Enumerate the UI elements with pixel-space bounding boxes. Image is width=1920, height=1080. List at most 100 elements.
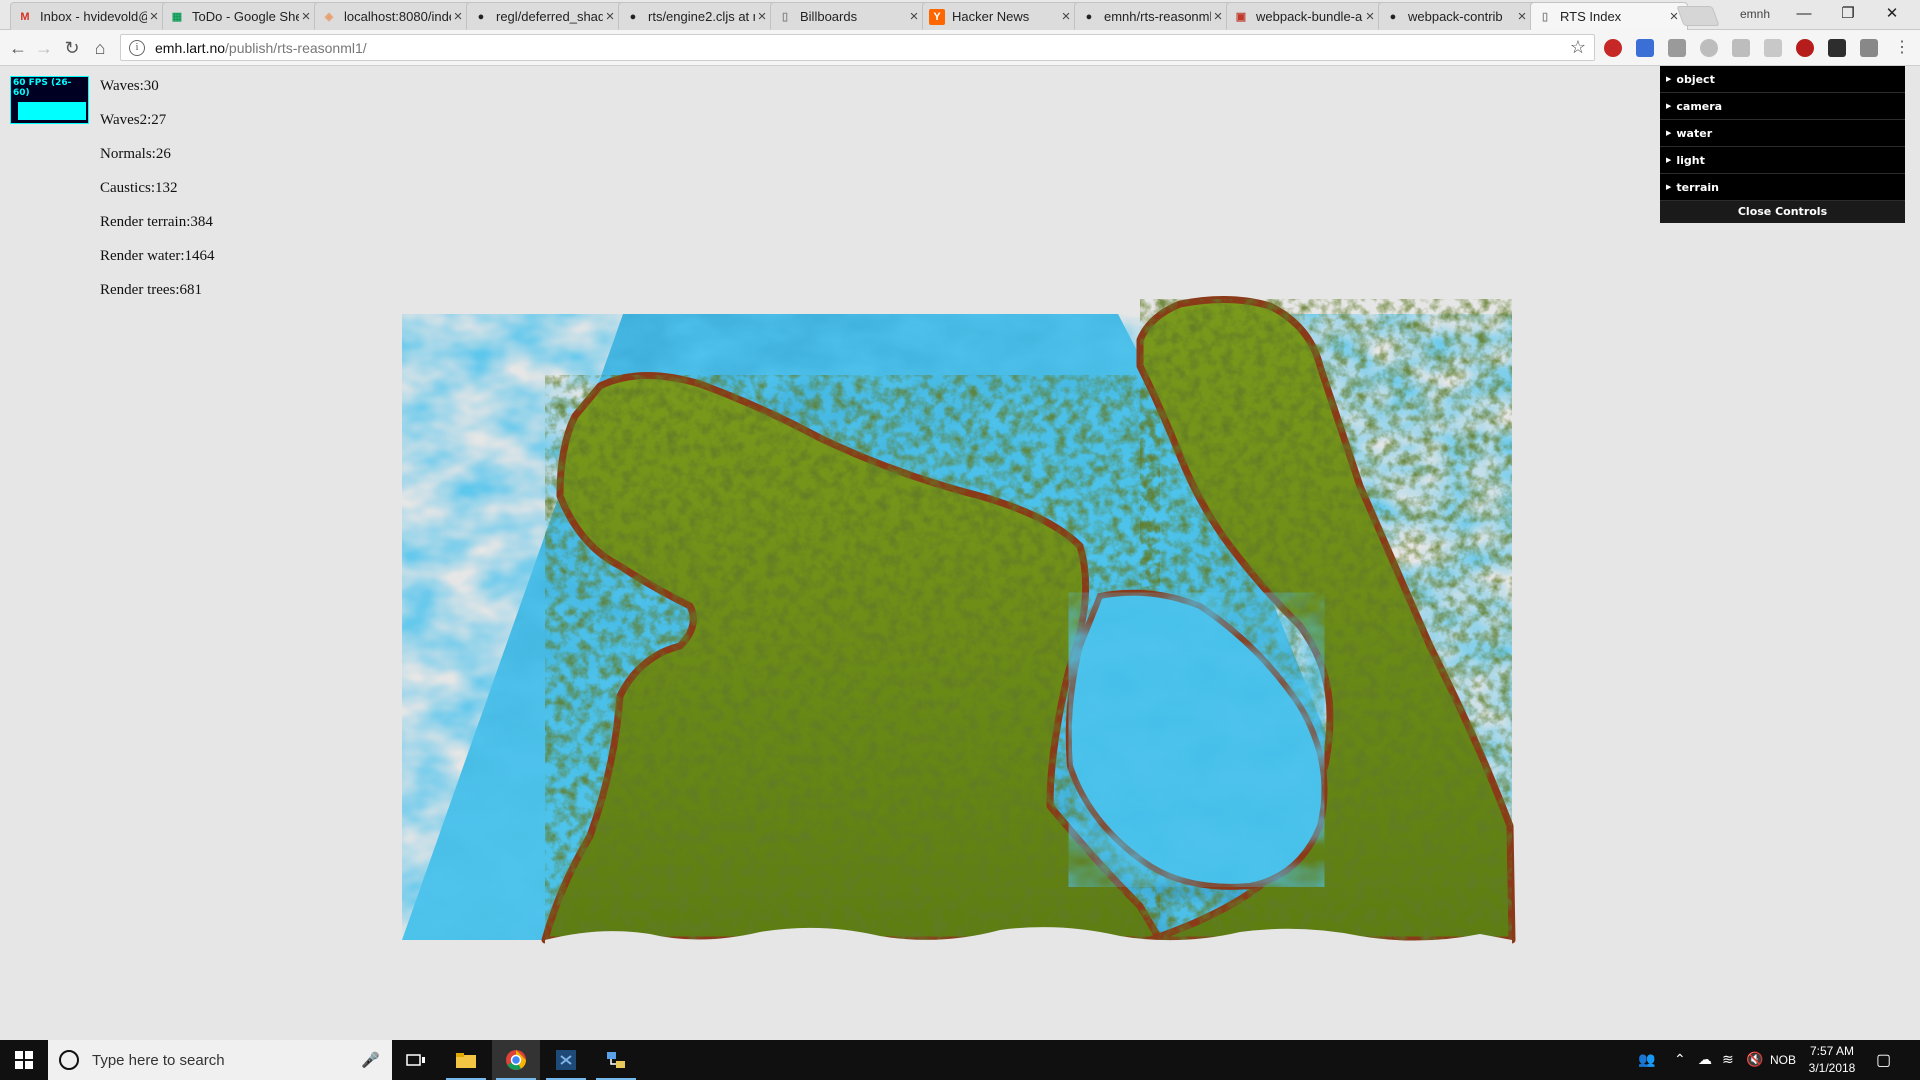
action-center-icon[interactable]: ▢ [1876,1050,1891,1070]
github-icon: ● [629,10,637,23]
tab-close-icon[interactable]: × [755,9,769,24]
profile-name[interactable]: emnh [1740,7,1770,21]
search-placeholder: Type here to search [92,1051,225,1069]
browser-tab[interactable]: ▦ ToDo - Google Sheets× [162,2,320,30]
tab-title: Inbox - hvidevold@gmail.com [40,9,147,24]
stat-render-terrain: Render terrain:384 [100,214,213,230]
browser-tab[interactable]: ● webpack-contrib × [1378,2,1536,30]
page-icon: ▯ [781,11,789,23]
taskbar: Type here to search 🎤 👥 ⌃ ☁ ≋ 🔇 NOB 7:57… [0,1040,1920,1080]
browser-tab[interactable]: ▯ RTS Index × [1530,2,1688,30]
extension-icon[interactable] [1636,39,1654,57]
tab-strip: MInbox - hvidevold@gmail.com×▦ToDo - Goo… [0,0,1920,30]
browser-tab[interactable]: ● emnh/rts-reasonml × [1074,2,1232,30]
task-view-button[interactable] [392,1040,440,1080]
url-text[interactable]: emh.lart.no/publish/rts-reasonml1/ [155,40,367,56]
tab-close-icon[interactable]: × [1211,9,1225,24]
minimize-button[interactable]: — [1784,2,1824,26]
new-tab-button[interactable] [1676,6,1720,26]
page-icon: ▯ [1541,11,1549,23]
network-app-button[interactable] [592,1040,640,1080]
volume-muted-icon[interactable]: 🔇 [1746,1051,1763,1068]
browser-tab[interactable]: ● regl/deferred_shading× [466,2,624,30]
gui-folder-camera[interactable]: ▶ camera [1660,93,1905,120]
webpack-bundle-icon: ▣ [1235,11,1247,23]
stat-caustics: Caustics:132 [100,180,178,196]
tab-close-icon[interactable]: × [299,9,313,24]
close-window-button[interactable]: ✕ [1872,2,1912,26]
triangle-right-icon: ▶ [1666,102,1672,110]
chrome-button[interactable] [492,1040,540,1080]
tab-close-icon[interactable]: × [1059,9,1073,24]
fps-meter: 60 FPS (26-60) [10,76,89,124]
clock-date: 3/1/2018 [1808,1061,1856,1075]
webpack-icon: ◈ [324,11,334,23]
tab-close-icon[interactable]: × [1363,9,1377,24]
fps-graph [18,102,86,120]
gui-folder-object[interactable]: ▶ object [1660,66,1905,93]
tab-close-icon[interactable]: × [451,9,465,24]
back-icon[interactable]: ← [6,36,30,60]
extension-icon[interactable] [1764,39,1782,57]
visual-studio-icon [556,1050,576,1070]
extension-icon[interactable] [1668,39,1686,57]
tab-close-icon[interactable]: × [147,9,161,24]
stat-waves2: Waves2:27 [100,112,167,128]
extension-icon[interactable] [1700,39,1718,57]
gui-folder-water[interactable]: ▶ water [1660,120,1905,147]
browser-tab[interactable]: ● rts/engine2.cljs at master× [618,2,776,30]
close-controls-button[interactable]: Close Controls [1660,201,1905,223]
tab-title: webpack-contrib [1408,9,1503,24]
site-info-icon[interactable]: i [129,39,145,56]
bookmark-star-icon[interactable]: ☆ [1570,37,1586,58]
extension-icon[interactable] [1828,39,1846,57]
start-button[interactable] [0,1040,48,1080]
reload-icon[interactable]: ↻ [60,36,84,60]
github-icon: ● [1085,10,1093,23]
browser-tab[interactable]: Y Hacker News × [922,2,1080,30]
address-bar[interactable]: i emh.lart.no/publish/rts-reasonml1/ ☆ [120,34,1595,61]
restore-button[interactable]: ❐ [1828,2,1868,26]
triangle-right-icon: ▶ [1666,75,1672,83]
adblock-plus-icon[interactable] [1604,39,1622,57]
input-language[interactable]: NOB [1770,1053,1796,1067]
visual-studio-button[interactable] [542,1040,590,1080]
people-icon[interactable]: 👥 [1638,1051,1655,1068]
tab-close-icon[interactable]: × [603,9,617,24]
browser-tab[interactable]: ▯ Billboards × [770,2,928,30]
extension-icon[interactable] [1732,39,1750,57]
tab-title: emnh/rts-reasonml [1104,9,1211,24]
tab-close-icon[interactable]: × [1515,9,1529,24]
github-icon: ● [1389,10,1397,23]
stat-waves: Waves:30 [100,78,159,94]
tab-title: rts/engine2.cljs at master [648,9,755,24]
taskbar-search[interactable]: Type here to search 🎤 [48,1040,392,1080]
extension-icon[interactable] [1796,39,1814,57]
terrain-canvas[interactable] [0,66,1920,1040]
clock-time: 7:57 AM [1809,1044,1855,1058]
page-content: 60 FPS (26-60) Waves:30 Waves2:27 Normal… [0,66,1920,1040]
tab-title: Billboards [800,9,858,24]
forward-icon[interactable]: → [32,36,56,60]
onedrive-icon[interactable]: ☁ [1698,1051,1712,1068]
stat-render-trees: Render trees:681 [100,282,203,298]
browser-tab[interactable]: ◈ localhost:8080/index.html× [314,2,472,30]
gui-folder-light[interactable]: ▶ light [1660,147,1905,174]
tab-close-icon[interactable]: × [907,9,921,24]
home-icon[interactable]: ⌂ [88,36,112,60]
browser-tab[interactable]: M Inbox - hvidevold@gmail.com× [10,2,168,30]
clock[interactable]: 7:57 AM 3/1/2018 [1802,1043,1862,1077]
microphone-icon[interactable]: 🎤 [361,1051,380,1069]
extension-icon[interactable] [1860,39,1878,57]
triangle-right-icon: ▶ [1666,183,1672,191]
tab-title: regl/deferred_shading [496,9,603,24]
show-hidden-icons-icon[interactable]: ⌃ [1674,1051,1686,1068]
tab-title: localhost:8080/index.html [344,9,451,24]
wifi-icon[interactable]: ≋ [1722,1051,1734,1068]
menu-dots-icon[interactable]: ⋮ [1890,36,1914,60]
file-explorer-button[interactable] [442,1040,490,1080]
browser-tab[interactable]: ▣ webpack-bundle-analyzer× [1226,2,1384,30]
gui-folder-terrain[interactable]: ▶ terrain [1660,174,1905,201]
cortana-icon [59,1050,79,1070]
github-icon: ● [477,10,485,23]
